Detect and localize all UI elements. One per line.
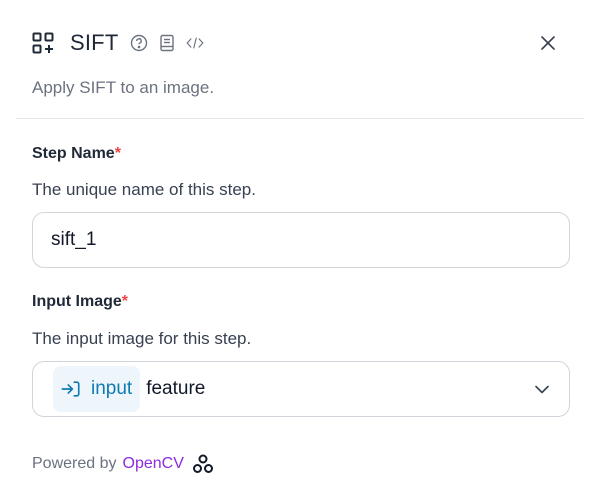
help-icon[interactable] [130,34,148,52]
code-icon[interactable] [186,34,205,52]
input-chip-label: input [91,378,133,399]
close-button[interactable] [536,31,560,55]
step-name-label-text: Step Name [32,145,115,162]
block-description: Apply SIFT to an image. [32,78,215,97]
input-image-select[interactable]: input feature [32,361,570,417]
panel-header: SIFT [32,28,568,58]
divider [16,118,584,119]
brand-link[interactable]: OpenCV [123,455,184,473]
close-icon [541,36,555,50]
powered-by: Powered by OpenCV [32,453,214,475]
input-image-value: feature [146,378,206,399]
opencv-logo-icon [192,453,214,475]
chevron-down-icon[interactable] [533,380,551,398]
step-name-help: The unique name of this step. [32,180,256,199]
step-name-label: Step Name* [32,145,121,163]
input-image-label-text: Input Image [32,293,122,310]
input-image-help: The input image for this step. [32,329,252,348]
block-config-panel: SIFT Apply SIFT to an image. Step Name* … [0,0,600,494]
page-title: SIFT [70,30,119,55]
book-icon[interactable] [158,34,176,52]
input-image-label: Input Image* [32,293,128,311]
step-name-input[interactable] [32,212,570,268]
required-mark: * [114,145,121,162]
input-chip: input [53,366,141,412]
required-mark: * [121,293,129,310]
block-icon [32,32,54,54]
input-arrow-icon [61,379,81,399]
powered-by-text: Powered by [32,455,117,472]
